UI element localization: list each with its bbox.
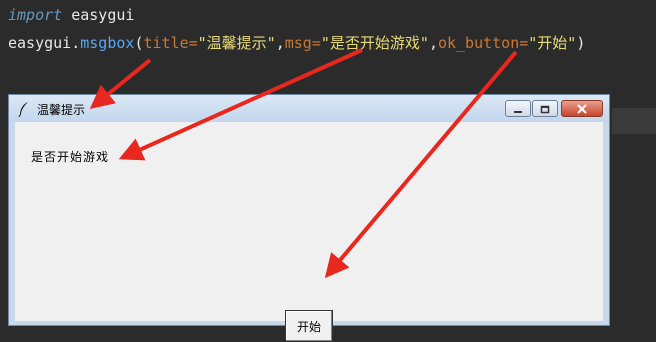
minimize-button[interactable] xyxy=(505,100,531,117)
ok-button[interactable]: 开始 xyxy=(285,310,333,342)
window-controls xyxy=(504,100,603,118)
maximize-button[interactable] xyxy=(532,100,558,117)
dialog-body: 是否开始游戏 开始 xyxy=(15,122,603,342)
window-title: 温馨提示 xyxy=(37,103,86,117)
title-param: title= xyxy=(143,34,198,52)
ok-button-value: "开始" xyxy=(528,34,577,52)
import-module: easygui xyxy=(62,6,135,24)
code-line-1: import easygui xyxy=(8,4,134,26)
import-keyword: import xyxy=(8,6,63,24)
code-line-2: easygui.msgbox(title="温馨提示",msg="是否开始游戏"… xyxy=(8,32,585,54)
feather-icon xyxy=(17,101,31,118)
close-icon xyxy=(577,99,587,118)
msg-param: msg= xyxy=(284,34,321,52)
close-paren: ) xyxy=(576,34,586,52)
ok-button-param: ok_button= xyxy=(437,34,529,52)
comma-2: , xyxy=(428,34,438,52)
dialog-message: 是否开始游戏 xyxy=(31,150,110,164)
minimize-icon xyxy=(513,99,523,118)
title-value: "温馨提示" xyxy=(197,34,276,52)
titlebar[interactable]: 温馨提示 xyxy=(9,95,609,122)
close-button[interactable] xyxy=(561,100,603,117)
msg-value: "是否开始游戏" xyxy=(320,34,429,52)
editor-line-highlight xyxy=(612,108,656,134)
msgbox-window: 温馨提示 是否开始游戏 开始 xyxy=(8,94,610,342)
maximize-icon xyxy=(540,99,550,118)
comma-1: , xyxy=(275,34,285,52)
module-name: easygui. xyxy=(8,34,81,52)
function-name: msgbox xyxy=(80,34,135,52)
